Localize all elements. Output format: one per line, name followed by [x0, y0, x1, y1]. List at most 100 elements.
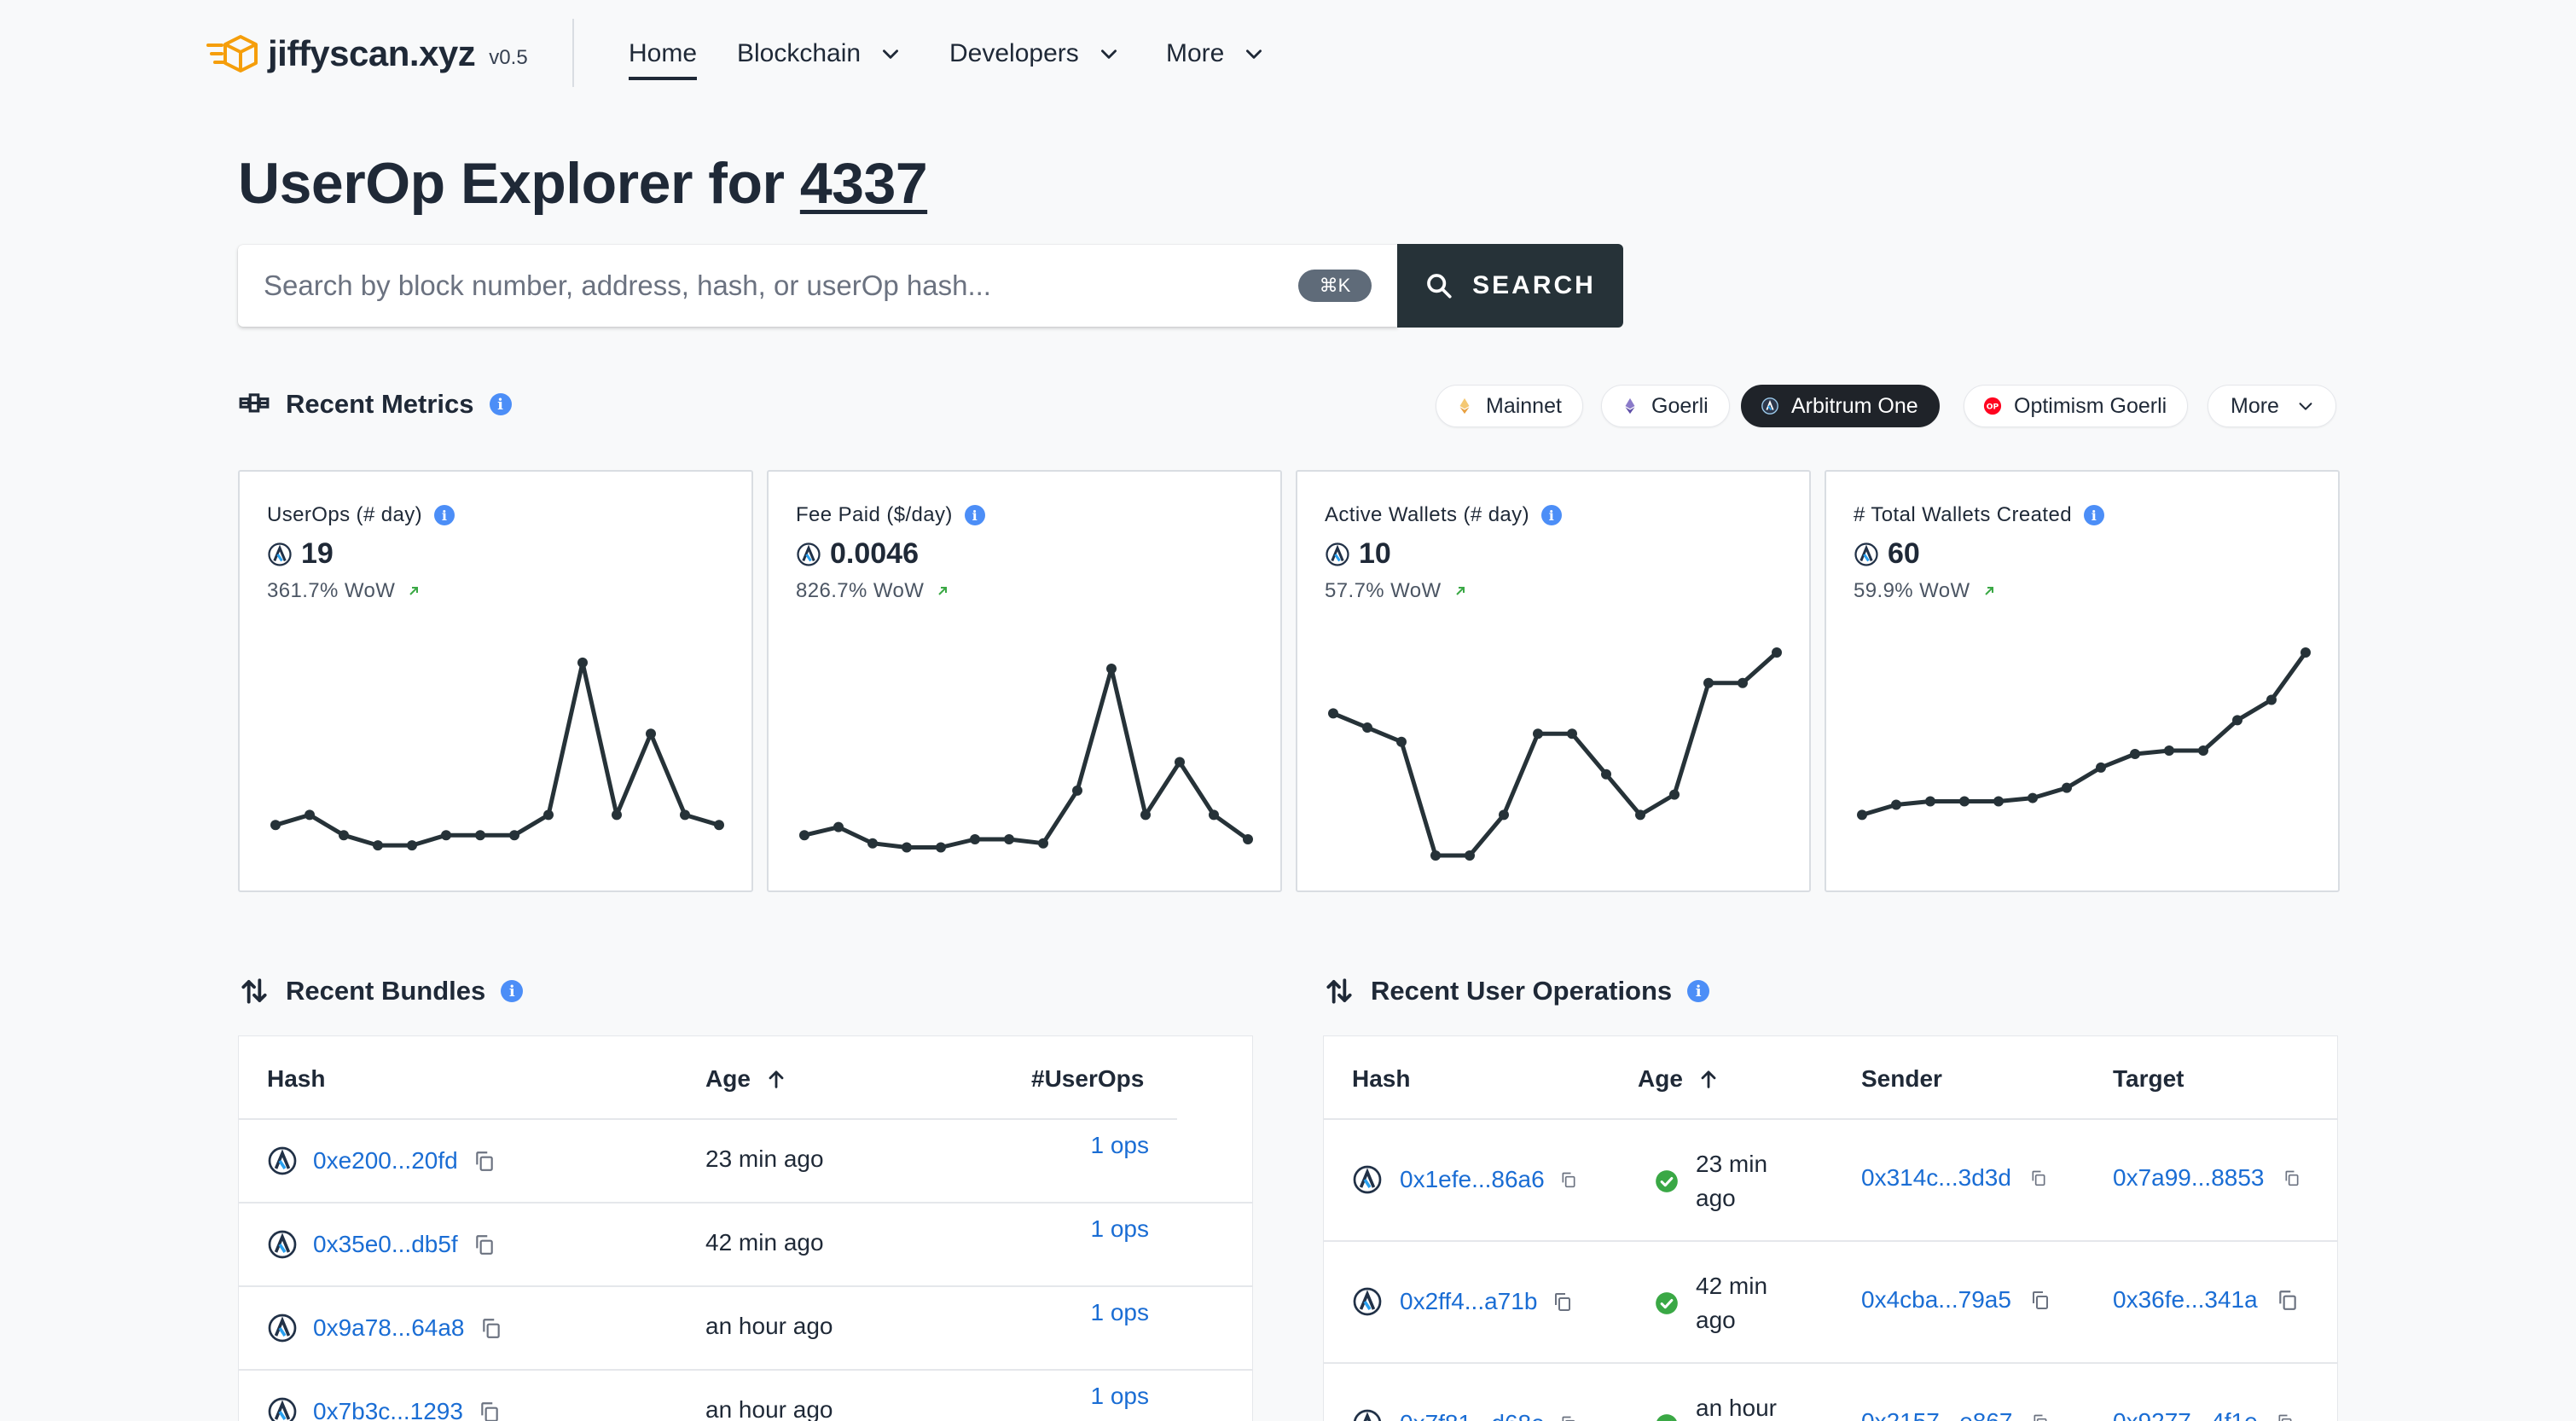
data-point[interactable]: [441, 830, 451, 841]
brand-logo[interactable]: jiffyscan.xyz v0.5: [206, 31, 528, 77]
data-point[interactable]: [1328, 708, 1338, 719]
data-point[interactable]: [1106, 664, 1117, 675]
data-point[interactable]: [2232, 715, 2242, 726]
data-point[interactable]: [799, 830, 809, 841]
sender-address-link[interactable]: 0x2157...e867: [1861, 1408, 2013, 1421]
data-point[interactable]: [1140, 809, 1151, 821]
userop-hash-link[interactable]: 0x2ff4...a71b: [1400, 1288, 1537, 1315]
nav-blockchain[interactable]: Blockchain: [737, 34, 902, 73]
data-point[interactable]: [1772, 647, 1782, 658]
data-point[interactable]: [2062, 782, 2072, 793]
copy-icon[interactable]: [2277, 1413, 2294, 1421]
data-point[interactable]: [936, 842, 946, 853]
data-point[interactable]: [509, 830, 519, 841]
data-point[interactable]: [475, 830, 485, 841]
target-address-link[interactable]: 0x7a99...8853: [2113, 1164, 2265, 1192]
data-point[interactable]: [2096, 762, 2106, 773]
data-point[interactable]: [646, 728, 656, 740]
data-point[interactable]: [1669, 789, 1680, 800]
data-point[interactable]: [407, 840, 417, 851]
column-header-age[interactable]: Age: [1638, 1065, 1720, 1093]
info-icon[interactable]: i: [489, 393, 512, 415]
data-point[interactable]: [1362, 722, 1372, 734]
userop-hash-link[interactable]: 0x1efe...86a6: [1400, 1166, 1545, 1193]
bundle-hash-link[interactable]: 0x7b3c...1293: [313, 1398, 463, 1421]
data-point[interactable]: [577, 657, 588, 668]
data-point[interactable]: [833, 821, 844, 832]
data-point[interactable]: [2164, 745, 2174, 757]
copy-icon[interactable]: [2030, 1169, 2047, 1186]
data-point[interactable]: [680, 809, 690, 821]
copy-icon[interactable]: [1560, 1415, 1577, 1421]
network-chip-more[interactable]: More: [2208, 385, 2336, 427]
nav-developers[interactable]: Developers: [949, 34, 1120, 73]
data-point[interactable]: [1959, 796, 1970, 807]
data-point[interactable]: [1738, 677, 1748, 688]
data-point[interactable]: [2198, 745, 2208, 757]
data-point[interactable]: [305, 809, 315, 821]
data-point[interactable]: [2130, 749, 2140, 759]
info-icon[interactable]: i: [501, 980, 524, 1002]
data-point[interactable]: [1209, 809, 1219, 821]
search-input[interactable]: [264, 265, 1304, 306]
data-point[interactable]: [1243, 833, 1253, 844]
data-point[interactable]: [339, 830, 349, 841]
data-point[interactable]: [2266, 694, 2277, 705]
data-point[interactable]: [1430, 850, 1441, 861]
sender-address-link[interactable]: 0x314c...3d3d: [1861, 1164, 2011, 1192]
data-point[interactable]: [867, 838, 878, 849]
data-point[interactable]: [1038, 838, 1048, 849]
data-point[interactable]: [1703, 677, 1714, 688]
copy-icon[interactable]: [2277, 1289, 2299, 1311]
copy-icon[interactable]: [2032, 1413, 2049, 1421]
copy-icon[interactable]: [2030, 1290, 2051, 1310]
sender-address-link[interactable]: 0x4cba...79a5: [1861, 1286, 2011, 1314]
data-point[interactable]: [1635, 809, 1645, 821]
data-point[interactable]: [1072, 785, 1082, 796]
copy-icon[interactable]: [2283, 1169, 2300, 1186]
copy-icon[interactable]: [479, 1401, 501, 1421]
data-point[interactable]: [1925, 796, 1935, 807]
data-point[interactable]: [1396, 736, 1407, 747]
data-point[interactable]: [1533, 728, 1543, 740]
data-point[interactable]: [902, 842, 912, 853]
data-point[interactable]: [1004, 833, 1014, 844]
data-point[interactable]: [714, 820, 724, 831]
eip-4337-link[interactable]: 4337: [800, 151, 928, 216]
target-address-link[interactable]: 0x9277...4f1e: [2113, 1408, 2258, 1421]
data-point[interactable]: [1993, 796, 2004, 807]
network-chip-goerli[interactable]: Goerli: [1601, 385, 1730, 427]
data-point[interactable]: [270, 820, 281, 831]
data-point[interactable]: [1891, 799, 1901, 810]
bundle-hash-link[interactable]: 0x9a78...64a8: [313, 1314, 465, 1342]
nav-more[interactable]: More: [1166, 34, 1265, 73]
data-point[interactable]: [1175, 757, 1185, 768]
data-point[interactable]: [1601, 768, 1611, 780]
data-point[interactable]: [2300, 647, 2311, 658]
data-point[interactable]: [1567, 728, 1577, 740]
network-chip-optimism-goerli[interactable]: OP Optimism Goerli: [1964, 385, 2189, 427]
data-point[interactable]: [1499, 809, 1509, 821]
copy-icon[interactable]: [473, 1150, 496, 1172]
bundle-hash-link[interactable]: 0xe200...20fd: [313, 1147, 458, 1174]
copy-icon[interactable]: [1552, 1291, 1573, 1312]
userop-hash-link[interactable]: 0x7f81...d68e: [1400, 1410, 1545, 1421]
copy-icon[interactable]: [480, 1317, 502, 1339]
copy-icon[interactable]: [1560, 1171, 1577, 1188]
network-chip-mainnet[interactable]: Mainnet: [1436, 385, 1583, 427]
data-point[interactable]: [1857, 809, 1867, 821]
bundle-hash-link[interactable]: 0x35e0...db5f: [313, 1231, 458, 1258]
data-point[interactable]: [373, 840, 383, 851]
info-icon[interactable]: i: [1687, 980, 1710, 1002]
data-point[interactable]: [1465, 850, 1475, 861]
column-header-age[interactable]: Age: [705, 1065, 788, 1093]
target-address-link[interactable]: 0x36fe...341a: [2113, 1286, 2258, 1314]
network-chip-arbitrum-one[interactable]: Arbitrum One: [1741, 385, 1940, 427]
nav-home[interactable]: Home: [629, 34, 697, 73]
copy-icon[interactable]: [473, 1233, 496, 1256]
search-button[interactable]: SEARCH: [1397, 244, 1623, 328]
data-point[interactable]: [543, 809, 554, 821]
data-point[interactable]: [2028, 792, 2038, 803]
data-point[interactable]: [612, 809, 622, 821]
data-point[interactable]: [970, 833, 980, 844]
